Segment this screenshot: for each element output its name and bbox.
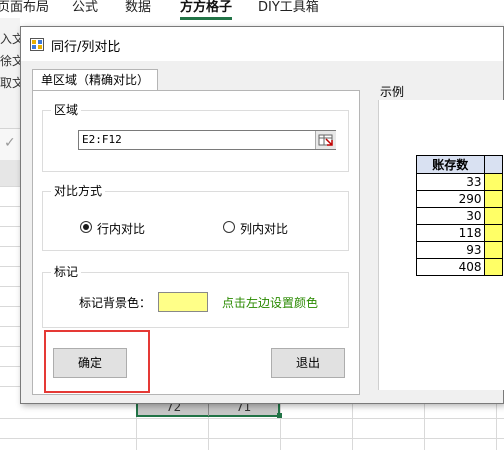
example-mark-cell bbox=[483, 241, 504, 259]
ribbon-tabs: 页面布局 公式 数据 方方格子 DIY工具箱 bbox=[0, 0, 504, 24]
example-value: 118 bbox=[416, 224, 485, 242]
exit-button[interactable]: 退出 bbox=[271, 348, 345, 378]
compare-dialog: 同行/列对比 单区域（精确对比） 区域 E2:F12 对比方式 行内对比 列内对… bbox=[20, 26, 504, 404]
example-value: 408 bbox=[416, 258, 485, 276]
color-hint: 点击左边设置颜色 bbox=[222, 296, 319, 310]
radio-selected-dot bbox=[83, 224, 89, 230]
example-table: 账存数 33 290 30 118 93 408 bbox=[416, 155, 504, 276]
dialog-titlebar[interactable]: 同行/列对比 bbox=[21, 27, 503, 61]
mark-group-title: 标记 bbox=[51, 264, 82, 280]
example-mark-cell bbox=[483, 224, 504, 242]
dialog-title: 同行/列对比 bbox=[51, 40, 121, 55]
radio-col-compare-label[interactable]: 列内对比 bbox=[240, 220, 288, 237]
active-tab-indicator bbox=[180, 17, 232, 20]
bg-color-swatch[interactable] bbox=[158, 292, 208, 312]
example-value: 33 bbox=[416, 173, 485, 191]
table-row: 33 bbox=[416, 173, 504, 191]
tab-formulas[interactable]: 公式 bbox=[72, 0, 98, 16]
example-mark-cell bbox=[483, 173, 504, 191]
radio-row-compare[interactable] bbox=[80, 221, 92, 233]
app-icon bbox=[30, 38, 44, 51]
radio-col-compare[interactable] bbox=[223, 221, 235, 233]
example-mark-cell bbox=[483, 207, 504, 225]
bg-color-label: 标记背景色： bbox=[79, 296, 152, 310]
table-row: 118 bbox=[416, 224, 504, 242]
table-row: 408 bbox=[416, 258, 504, 276]
tab-page-layout[interactable]: 页面布局 bbox=[0, 0, 49, 16]
checkmark-icon[interactable]: ✓ bbox=[4, 135, 16, 151]
highlight-box bbox=[44, 330, 150, 393]
example-header: 账存数 bbox=[416, 155, 485, 174]
range-picker-icon bbox=[318, 134, 333, 146]
example-mark-cell bbox=[483, 258, 504, 276]
table-row: 30 bbox=[416, 207, 504, 225]
fill-handle[interactable] bbox=[277, 413, 282, 418]
tab-fangfang[interactable]: 方方格子 bbox=[180, 0, 232, 16]
column-header bbox=[0, 160, 20, 187]
range-input[interactable]: E2:F12 bbox=[78, 130, 336, 150]
example-value: 30 bbox=[416, 207, 485, 225]
tab-single-region[interactable]: 单区域（精确对比） bbox=[32, 69, 158, 91]
tab-diy-toolbox[interactable]: DIY工具箱 bbox=[258, 0, 319, 16]
example-title: 示例 bbox=[380, 85, 405, 99]
example-mark-cell bbox=[483, 190, 504, 208]
table-row: 290 bbox=[416, 190, 504, 208]
example-value: 93 bbox=[416, 241, 485, 259]
grid-line bbox=[0, 438, 504, 439]
tab-data[interactable]: 数据 bbox=[125, 0, 151, 16]
radio-row-compare-label[interactable]: 行内对比 bbox=[97, 220, 145, 237]
compare-group-title: 对比方式 bbox=[51, 183, 106, 199]
table-row: 93 bbox=[416, 241, 504, 259]
example-value: 290 bbox=[416, 190, 485, 208]
example-header-cell bbox=[483, 155, 504, 174]
table-row: 账存数 bbox=[416, 155, 504, 174]
range-picker-button[interactable] bbox=[315, 131, 336, 149]
grid-line bbox=[0, 418, 504, 419]
region-group-title: 区域 bbox=[51, 102, 82, 118]
